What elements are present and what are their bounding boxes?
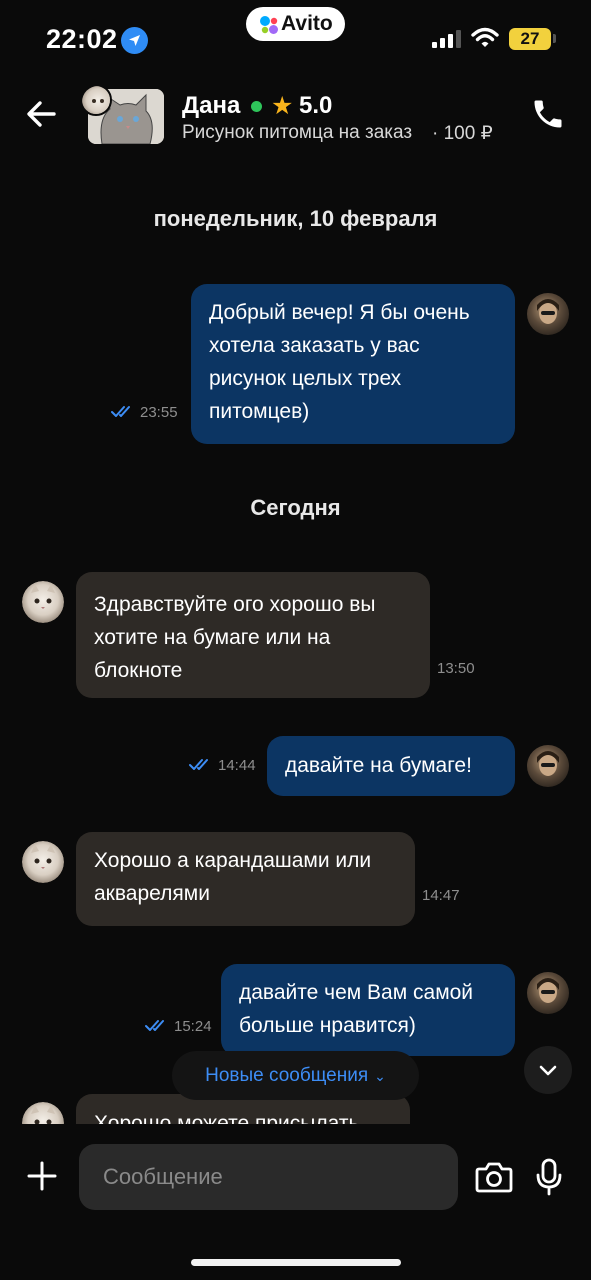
listing-title[interactable]: Рисунок питомца на заказ [182, 122, 427, 144]
plus-icon [27, 1161, 57, 1191]
phone-icon [534, 100, 562, 128]
new-messages-button[interactable]: Новые сообщения ⌄ [172, 1051, 419, 1100]
message-input[interactable] [79, 1144, 458, 1210]
attach-button[interactable] [26, 1160, 58, 1192]
contact-avatar[interactable] [22, 581, 64, 623]
online-dot-icon [251, 101, 262, 112]
contact-rating: 5.0 [299, 92, 333, 119]
double-check-icon [145, 1020, 164, 1031]
wifi-icon [471, 27, 499, 47]
message-text: Хорошо а карандашами или акварелями [94, 849, 372, 905]
location-arrow-icon [121, 27, 148, 54]
date-separator: понедельник, 10 февраля [153, 206, 438, 231]
chevron-down-icon: ⌄ [374, 1068, 386, 1084]
user-avatar[interactable] [527, 745, 569, 787]
listing-price: · 100 ₽ [432, 123, 493, 144]
avito-app-badge[interactable]: Avito [246, 7, 345, 41]
message-text: давайте чем Вам самой больше нравится) [239, 981, 474, 1037]
message-time: 14:44 [218, 757, 256, 774]
status-time: 22:02 [46, 24, 118, 54]
double-check-icon [189, 759, 208, 770]
message-bubble-outgoing[interactable]: давайте на бумаге! [267, 736, 515, 796]
date-separator-today: Сегодня [250, 495, 341, 520]
message-time: 14:47 [422, 887, 460, 904]
call-button[interactable] [530, 96, 566, 132]
scroll-to-bottom-button[interactable] [524, 1046, 572, 1094]
home-indicator[interactable] [191, 1259, 401, 1266]
avito-brand-text: Avito [281, 12, 333, 35]
microphone-button[interactable] [536, 1158, 562, 1196]
signal-icon [432, 30, 461, 48]
contact-name[interactable]: Дана [182, 92, 240, 120]
chat-header: Дана ★ 5.0 Рисунок питомца на заказ · 10… [0, 80, 591, 160]
avito-logo-icon [260, 16, 278, 34]
message-time: 15:24 [174, 1018, 212, 1035]
camera-button[interactable] [475, 1160, 513, 1194]
message-text: давайте на бумаге! [285, 754, 472, 777]
message-text: Добрый вечер! Я бы очень хотела заказать… [209, 301, 470, 423]
contact-avatar[interactable] [22, 841, 64, 883]
battery-icon: 27 [509, 28, 551, 50]
message-text: Здравствуйте ого хорошо вы хотите на бум… [94, 593, 376, 682]
message-bubble-incoming[interactable]: Хорошо а карандашами или акварелями [76, 832, 415, 926]
new-messages-label: Новые сообщения [205, 1065, 369, 1086]
message-bubble-outgoing[interactable]: Добрый вечер! Я бы очень хотела заказать… [191, 284, 515, 444]
chevron-down-icon [539, 1065, 557, 1076]
status-bar: 22:02 Avito 27 [0, 0, 591, 80]
message-composer [0, 1124, 591, 1280]
camera-icon [475, 1162, 513, 1193]
contact-avatar[interactable] [80, 84, 112, 116]
user-avatar[interactable] [527, 972, 569, 1014]
back-arrow-icon [27, 101, 56, 127]
message-bubble-incoming[interactable]: Здравствуйте ого хорошо вы хотите на бум… [76, 572, 430, 698]
message-time: 13:50 [437, 660, 475, 677]
message-time: 23:55 [140, 404, 178, 421]
battery-nub [553, 34, 556, 43]
user-avatar[interactable] [527, 293, 569, 335]
microphone-icon [536, 1158, 562, 1196]
message-bubble-outgoing[interactable]: давайте чем Вам самой больше нравится) [221, 964, 515, 1056]
double-check-icon [111, 406, 130, 417]
back-button[interactable] [24, 94, 60, 134]
star-icon: ★ [271, 92, 294, 120]
